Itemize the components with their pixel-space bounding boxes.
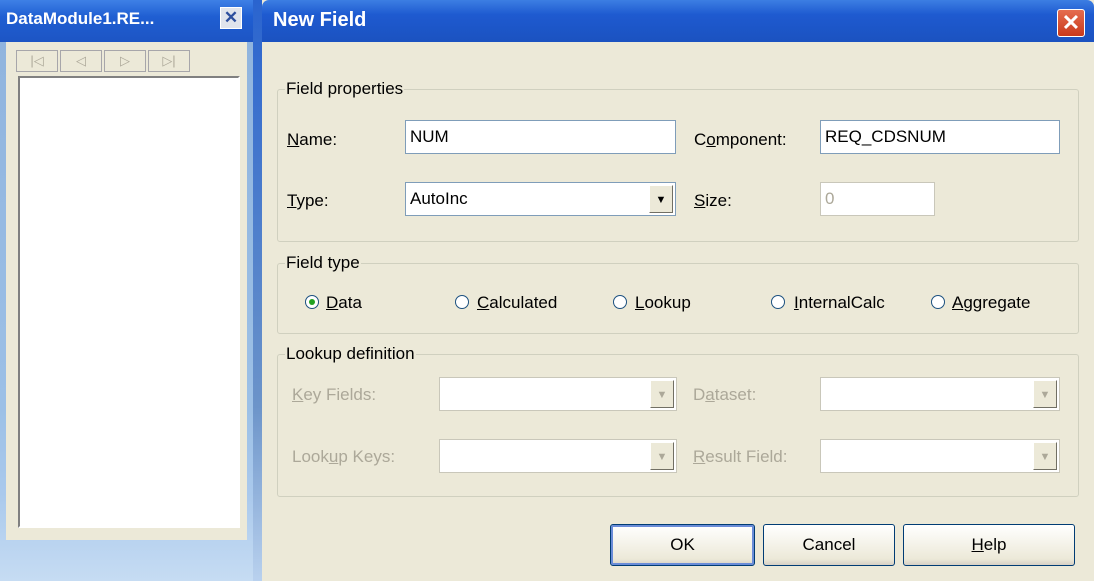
radio-lookup-label[interactable]: Lookup — [635, 293, 691, 313]
datamodule-title: DataModule1.RE... — [6, 9, 155, 28]
size-field[interactable]: 0 — [820, 182, 935, 216]
radio-lookup[interactable] — [613, 295, 627, 309]
chevron-down-icon: ▼ — [656, 389, 668, 401]
datamodule-close-button[interactable]: ✕ — [220, 7, 242, 29]
last-record-icon: ▷| — [162, 53, 176, 68]
radio-internalcalc-label[interactable]: InternalCalc — [794, 293, 885, 313]
prior-record-icon: ◁ — [76, 53, 86, 68]
key-fields-label: Key Fields: — [292, 385, 377, 404]
nav-prior-button[interactable]: ◁ — [60, 50, 102, 72]
help-button[interactable]: Help — [903, 524, 1075, 566]
close-icon: ✕ — [223, 8, 239, 27]
dataset-dropdown-button[interactable]: ▼ — [1033, 380, 1057, 408]
lookup-definition-legend: Lookup definition — [286, 344, 415, 363]
dialog-title: New Field — [273, 9, 367, 31]
name-label: Name: — [287, 130, 338, 149]
next-record-icon: ▷ — [120, 53, 130, 68]
cancel-button[interactable]: Cancel — [763, 524, 895, 566]
result-field-label: Result Field: — [693, 447, 788, 466]
result-field-dropdown-button[interactable]: ▼ — [1033, 442, 1057, 470]
dialog-title-bar[interactable]: New Field ✕ — [262, 0, 1094, 42]
type-select-value: AutoInc — [410, 189, 468, 208]
key-fields-select[interactable]: ▼ — [439, 377, 677, 411]
type-select[interactable]: AutoInc ▼ — [405, 182, 676, 216]
field-properties-group: Field properties — [277, 80, 1079, 242]
type-dropdown-button[interactable]: ▼ — [649, 185, 673, 213]
radio-internalcalc[interactable] — [771, 295, 785, 309]
chevron-down-icon: ▼ — [655, 194, 667, 206]
lookup-keys-label: Lookup Keys: — [292, 447, 396, 466]
name-field[interactable]: NUM — [405, 120, 676, 154]
new-field-dialog: New Field ✕ Field properties Name: NUM C… — [262, 0, 1094, 581]
nav-next-button[interactable]: ▷ — [104, 50, 146, 72]
lookup-keys-dropdown-button[interactable]: ▼ — [650, 442, 674, 470]
dataset-label: Dataset: — [693, 385, 757, 404]
chevron-down-icon: ▼ — [1039, 389, 1051, 401]
radio-calculated-label[interactable]: Calculated — [477, 293, 557, 313]
radio-aggregate-label[interactable]: Aggregate — [952, 293, 1030, 313]
size-label: Size: — [694, 191, 732, 210]
window-gap — [253, 0, 262, 581]
fields-list[interactable] — [18, 76, 240, 528]
nav-first-button[interactable]: |◁ — [16, 50, 58, 72]
first-record-icon: |◁ — [30, 53, 44, 68]
dataset-select[interactable]: ▼ — [820, 377, 1060, 411]
radio-data-label[interactable]: Data — [326, 293, 362, 313]
field-type-legend: Field type — [286, 253, 360, 272]
component-label: Component: — [694, 130, 787, 149]
radio-aggregate[interactable] — [931, 295, 945, 309]
db-navigator: |◁ ◁ ▷ ▷| — [16, 50, 190, 72]
nav-last-button[interactable]: ▷| — [148, 50, 190, 72]
dialog-close-button[interactable]: ✕ — [1057, 9, 1085, 37]
type-label: Type: — [287, 191, 329, 210]
field-properties-legend: Field properties — [286, 79, 404, 98]
chevron-down-icon: ▼ — [656, 451, 668, 463]
radio-calculated[interactable] — [455, 295, 469, 309]
datamodule-title-bar[interactable]: DataModule1.RE... ✕ — [0, 0, 253, 42]
lookup-keys-select[interactable]: ▼ — [439, 439, 677, 473]
ok-button[interactable]: OK — [610, 524, 755, 566]
result-field-select[interactable]: ▼ — [820, 439, 1060, 473]
key-fields-dropdown-button[interactable]: ▼ — [650, 380, 674, 408]
datamodule-body: |◁ ◁ ▷ ▷| — [6, 42, 247, 540]
datamodule-window: DataModule1.RE... ✕ |◁ ◁ ▷ ▷| — [0, 0, 253, 581]
radio-data[interactable] — [305, 295, 319, 309]
close-icon: ✕ — [1061, 10, 1081, 35]
lookup-definition-group: Lookup definition — [277, 345, 1079, 497]
chevron-down-icon: ▼ — [1039, 451, 1051, 463]
component-field[interactable]: REQ_CDSNUM — [820, 120, 1060, 154]
